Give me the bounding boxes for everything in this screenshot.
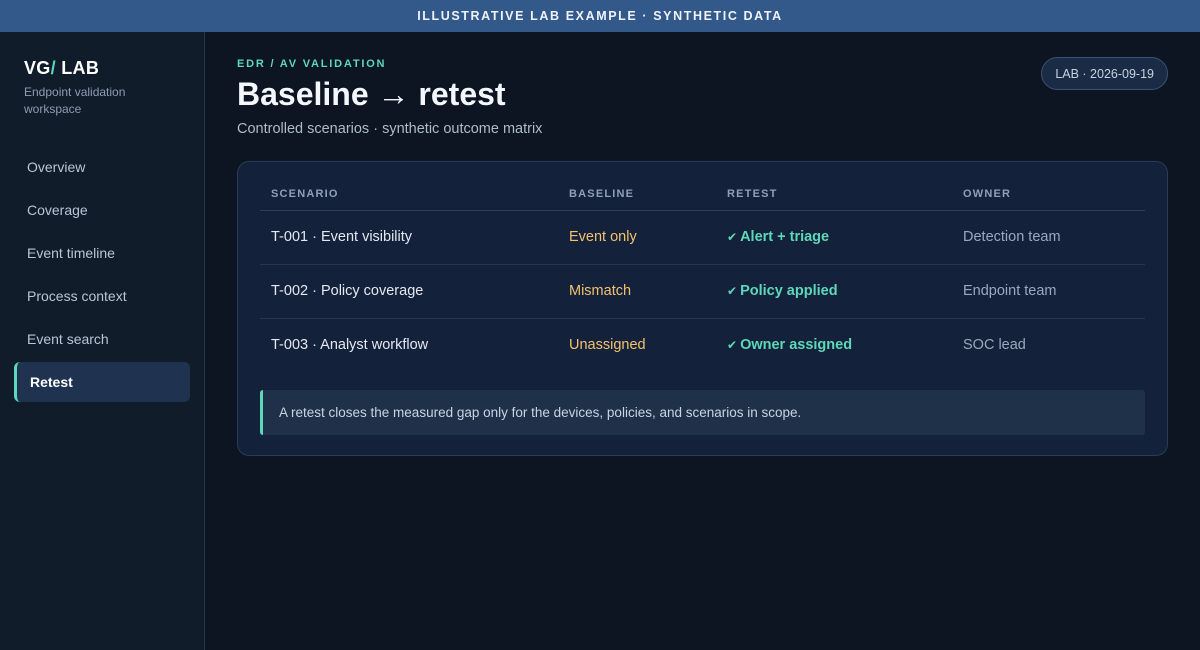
sidebar-item-event-search[interactable]: Event search (14, 319, 190, 359)
banner-text: ILLUSTRATIVE LAB EXAMPLE · SYNTHETIC DAT… (417, 9, 783, 23)
top-banner: ILLUSTRATIVE LAB EXAMPLE · SYNTHETIC DAT… (0, 0, 1200, 32)
cell-baseline: Mismatch (558, 264, 716, 319)
sidebar-item-label: Event timeline (27, 245, 115, 261)
column-header-retest: RETEST (716, 172, 952, 211)
cell-baseline: Event only (558, 210, 716, 265)
cell-retest: ✔ Alert + triage (716, 210, 952, 265)
sidebar-nav: Overview Coverage Event timeline Process… (14, 147, 190, 405)
lab-date-badge-text: LAB · 2026-09-19 (1055, 66, 1154, 81)
cell-retest-label: Alert + triage (740, 229, 830, 245)
cell-owner: SOC lead (963, 337, 1026, 354)
sidebar-item-label: Retest (30, 374, 73, 390)
table-row: T-002 · Policy coverage Mismatch ✔ Policy… (260, 264, 1145, 319)
brand-subtitle: Endpoint validation workspace (24, 85, 126, 116)
check-icon: ✔ (727, 230, 738, 244)
column-header-baseline: BASELINE (558, 172, 716, 211)
cell-retest: ✔ Owner assigned (716, 318, 952, 372)
section-eyebrow: EDR / AV VALIDATION (237, 58, 387, 70)
cell-owner: Endpoint team (952, 264, 1145, 319)
column-header-owner: OWNER (952, 172, 1145, 211)
brand-prefix: VG (24, 58, 51, 78)
brand-logo: VG/ LAB (24, 58, 99, 79)
cell-scenario: T-003 · Analyst workflow (271, 337, 429, 354)
column-header-scenario: SCENARIO (260, 172, 558, 211)
sidebar-item-label: Process context (27, 288, 127, 304)
lab-date-badge: LAB · 2026-09-19 (1041, 57, 1168, 90)
main-content: EDR / AV VALIDATION Baseline → retest Co… (205, 32, 1200, 650)
sidebar-item-coverage[interactable]: Coverage (14, 190, 190, 230)
sidebar-item-label: Event search (27, 331, 109, 347)
page-subtitle: Controlled scenarios · synthetic outcome… (237, 121, 543, 137)
cell-owner: Detection team (952, 210, 1145, 265)
table-row: T-003 · Analyst workflow Unassigned ✔ Own… (260, 318, 1145, 372)
cell-retest-label: Policy applied (740, 283, 838, 299)
sidebar-item-event-timeline[interactable]: Event timeline (14, 233, 190, 273)
sidebar-item-label: Coverage (27, 202, 88, 218)
check-icon: ✔ (727, 338, 738, 353)
page-title: Baseline → retest (237, 76, 506, 112)
outcome-matrix-card: SCENARIO BASELINE RETEST OWNER T-001 · E… (237, 161, 1168, 456)
sidebar-item-retest[interactable]: Retest (14, 362, 190, 402)
outcome-matrix-table: SCENARIO BASELINE RETEST OWNER T-001 · E… (260, 172, 1145, 372)
table-row: T-001 · Event visibility Event only ✔ Ale… (260, 210, 1145, 265)
check-icon: ✔ (727, 284, 738, 298)
sidebar-item-overview[interactable]: Overview (14, 147, 190, 187)
sidebar-item-process-context[interactable]: Process context (14, 276, 190, 316)
scope-note: A retest closes the measured gap only fo… (260, 390, 1145, 435)
cell-retest: ✔ Policy applied (716, 264, 952, 319)
sidebar-item-label: Overview (27, 159, 86, 175)
scope-note-text: A retest closes the measured gap only fo… (279, 405, 802, 420)
cell-scenario: T-002 · Policy coverage (260, 264, 558, 319)
table-header-row: SCENARIO BASELINE RETEST OWNER (260, 172, 1145, 211)
brand-suffix: LAB (55, 58, 100, 78)
cell-scenario: T-001 · Event visibility (260, 210, 558, 265)
cell-baseline: Unassigned (569, 337, 646, 354)
sidebar: VG/ LAB Endpoint validation workspace Ov… (0, 32, 205, 650)
cell-retest-label: Owner assigned (740, 337, 853, 354)
